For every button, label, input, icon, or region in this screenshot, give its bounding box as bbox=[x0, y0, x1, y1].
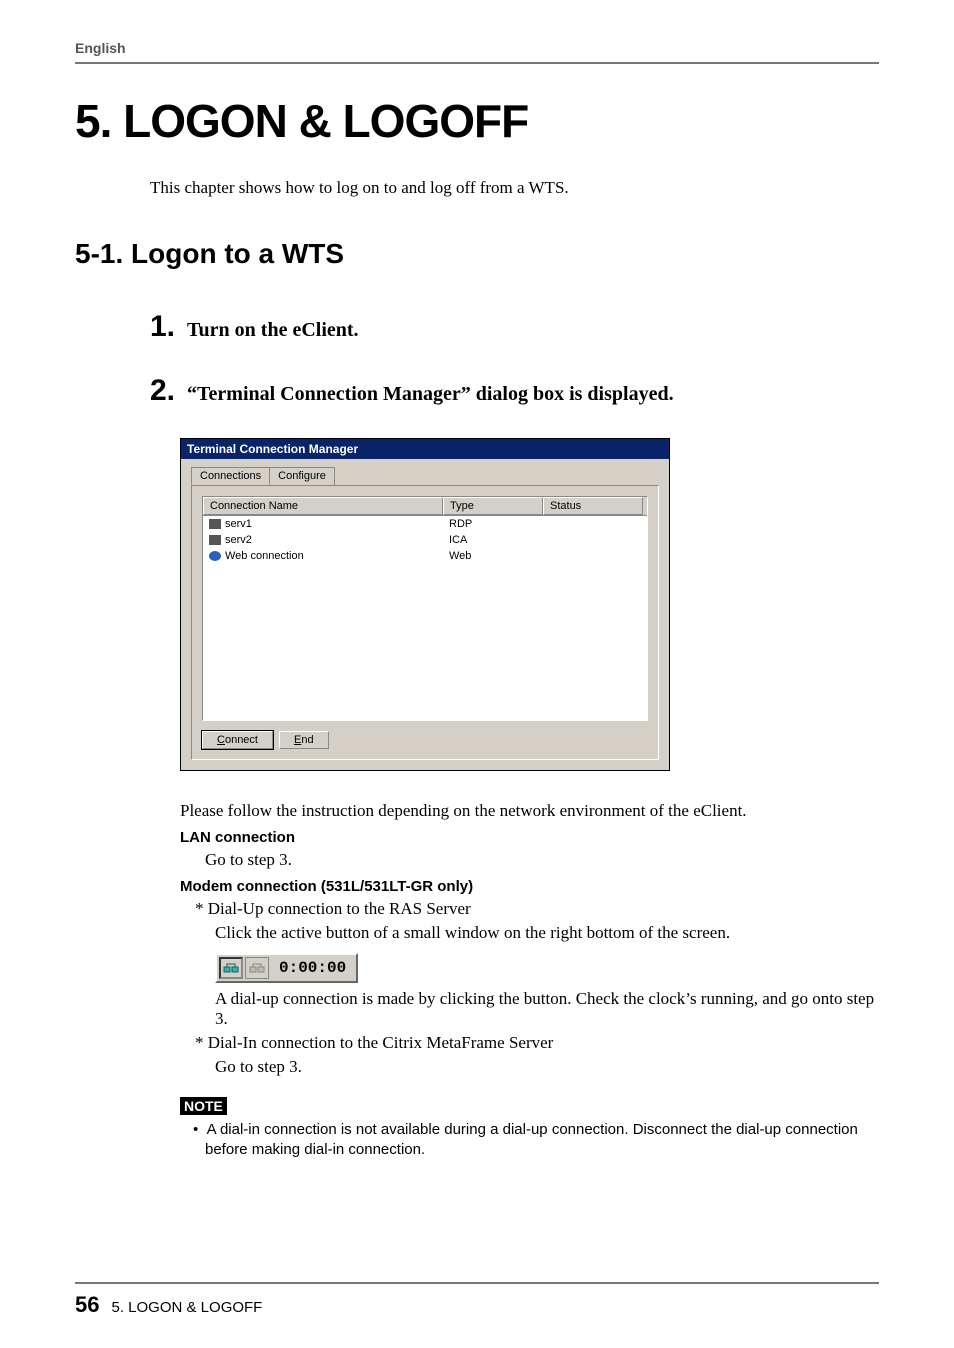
list-row[interactable]: serv2 ICA bbox=[203, 532, 647, 548]
header-language: English bbox=[75, 40, 879, 56]
dialup-inactive-icon[interactable] bbox=[245, 957, 269, 979]
list-header: Connection Name Type Status bbox=[203, 497, 647, 516]
connection-list[interactable]: Connection Name Type Status serv1 RDP se… bbox=[202, 496, 648, 721]
note-tag: NOTE bbox=[180, 1097, 227, 1115]
end-button[interactable]: End bbox=[279, 731, 329, 749]
connect-button-rest: onnect bbox=[225, 734, 258, 746]
dialup-tray-widget: 0:00:00 bbox=[215, 953, 358, 983]
chapter-intro: This chapter shows how to log on to and … bbox=[150, 178, 879, 198]
row-status bbox=[543, 517, 643, 531]
row-type: RDP bbox=[443, 517, 543, 531]
step-2-text: “Terminal Connection Manager” dialog box… bbox=[187, 383, 674, 406]
row-name: Web connection bbox=[225, 550, 304, 562]
step-2: 2. “Terminal Connection Manager” dialog … bbox=[150, 374, 879, 408]
dialin-goto: Go to step 3. bbox=[215, 1057, 879, 1077]
dialup-made-text: A dial-up connection is made by clicking… bbox=[215, 989, 879, 1029]
chapter-title: 5. LOGON & LOGOFF bbox=[75, 94, 879, 148]
row-status bbox=[543, 533, 643, 547]
page-number: 56 bbox=[75, 1292, 99, 1318]
follow-instruction: Please follow the instruction depending … bbox=[180, 801, 879, 821]
header-divider bbox=[75, 62, 879, 64]
terminal-connection-manager-dialog: Terminal Connection Manager Connections … bbox=[180, 438, 670, 771]
note-text: • A dial-in connection is not available … bbox=[193, 1120, 879, 1161]
list-row[interactable]: Web connection Web bbox=[203, 548, 647, 564]
footer-divider bbox=[75, 1282, 879, 1284]
tab-connections[interactable]: Connections bbox=[191, 467, 270, 485]
dialup-active-icon[interactable] bbox=[219, 957, 243, 979]
end-button-rest: nd bbox=[301, 734, 313, 746]
dialog-buttons: Connect End bbox=[202, 731, 648, 749]
step-2-number: 2. bbox=[150, 374, 175, 408]
dialin-bullet: * Dial-In connection to the Citrix MetaF… bbox=[195, 1033, 879, 1053]
connect-button[interactable]: Connect bbox=[202, 731, 273, 749]
footer-chapter: 5. LOGON & LOGOFF bbox=[111, 1299, 262, 1316]
computer-icon bbox=[209, 519, 221, 529]
dialup-timer: 0:00:00 bbox=[271, 959, 354, 977]
list-row[interactable]: serv1 RDP bbox=[203, 516, 647, 532]
row-type: ICA bbox=[443, 533, 543, 547]
dialog-titlebar: Terminal Connection Manager bbox=[181, 439, 669, 459]
row-status bbox=[543, 549, 643, 563]
row-type: Web bbox=[443, 549, 543, 563]
lan-goto: Go to step 3. bbox=[205, 850, 879, 870]
col-header-name[interactable]: Connection Name bbox=[203, 497, 443, 515]
tab-configure[interactable]: Configure bbox=[269, 467, 335, 485]
modem-connection-label: Modem connection (531L/531LT-GR only) bbox=[180, 878, 879, 895]
section-title: 5-1. Logon to a WTS bbox=[75, 238, 879, 270]
step-1-text: Turn on the eClient. bbox=[187, 319, 359, 342]
dialup-click-text: Click the active button of a small windo… bbox=[215, 923, 879, 943]
dialog-tabs: Connections Configure bbox=[191, 467, 669, 485]
row-name: serv2 bbox=[225, 534, 252, 546]
col-header-type[interactable]: Type bbox=[443, 497, 543, 515]
step-1-number: 1. bbox=[150, 310, 175, 344]
step-1: 1. Turn on the eClient. bbox=[150, 310, 879, 344]
row-name: serv1 bbox=[225, 518, 252, 530]
page-footer: 56 5. LOGON & LOGOFF bbox=[75, 1282, 879, 1318]
dialup-bullet: * Dial-Up connection to the RAS Server bbox=[195, 899, 879, 919]
note-text-content: A dial-in connection is not available du… bbox=[205, 1121, 858, 1158]
dialog-panel: Connection Name Type Status serv1 RDP se… bbox=[191, 485, 659, 760]
lan-connection-label: LAN connection bbox=[180, 829, 879, 846]
col-header-status[interactable]: Status bbox=[543, 497, 643, 515]
ie-icon bbox=[209, 551, 221, 561]
computer-icon bbox=[209, 535, 221, 545]
